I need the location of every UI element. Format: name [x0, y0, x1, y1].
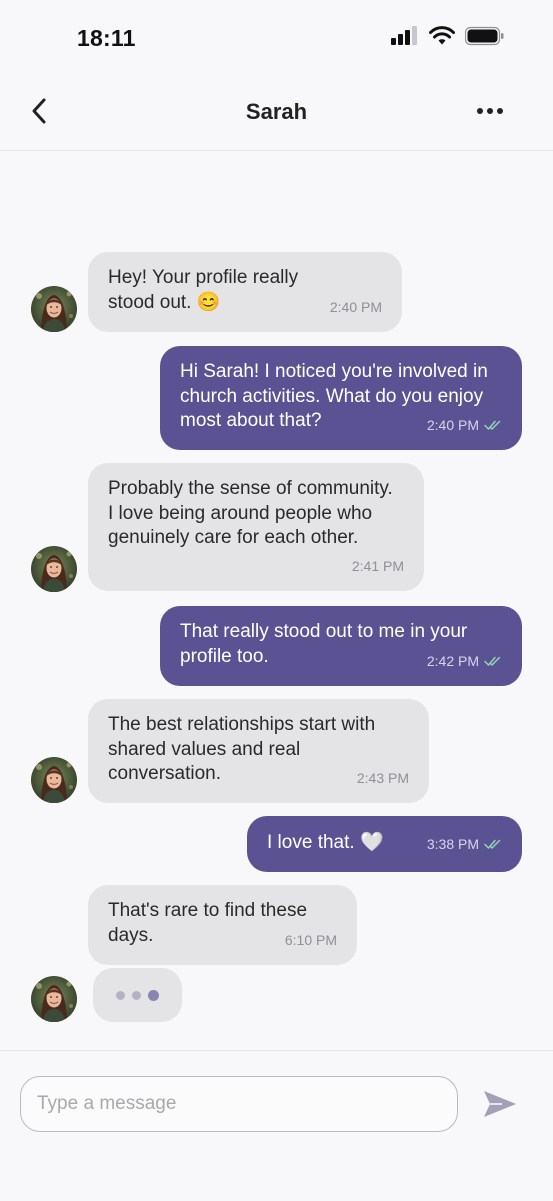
- read-receipt-icon: [484, 838, 502, 850]
- signal-icon: [391, 26, 417, 45]
- message-composer: [0, 1050, 553, 1201]
- avatar-image: [31, 976, 77, 1022]
- message-time: 2:41 PM: [351, 557, 404, 574]
- avatar-image: [31, 757, 77, 803]
- more-horizontal-icon: [477, 108, 503, 114]
- nav-bar: Sarah: [0, 72, 553, 151]
- avatar-image: [31, 546, 77, 592]
- message-meta: 3:38 PM: [427, 832, 502, 857]
- typing-dot: [132, 990, 141, 1000]
- message-meta: 2:42 PM: [427, 649, 502, 674]
- message-time: 2:40 PM: [426, 416, 479, 433]
- message-meta: 2:43 PM: [357, 766, 409, 791]
- avatar[interactable]: [31, 976, 77, 1022]
- message-bubble-outgoing: Hi Sarah! I noticed you're involved in c…: [160, 346, 522, 450]
- message-meta: 6:10 PM: [285, 928, 337, 953]
- message-meta: 2:40 PM: [427, 413, 502, 438]
- status-icons: [391, 26, 505, 46]
- message-bubble-incoming: Probably the sense of community. I love …: [88, 463, 424, 591]
- read-receipt-icon: [484, 419, 502, 431]
- message-time: 3:38 PM: [426, 835, 479, 852]
- message-input[interactable]: [20, 1076, 458, 1132]
- avatar[interactable]: [31, 546, 77, 592]
- message-time: 2:42 PM: [426, 652, 479, 669]
- avatar[interactable]: [31, 757, 77, 803]
- avatar[interactable]: [31, 286, 77, 332]
- typing-dot: [116, 990, 125, 1000]
- more-options-button[interactable]: [467, 94, 513, 128]
- message-meta: 2:41 PM: [352, 554, 404, 579]
- avatar-image: [31, 286, 77, 332]
- message-bubble-incoming: That's rare to find these days. 6:10 PM: [88, 885, 357, 965]
- message-time: 2:43 PM: [356, 769, 409, 786]
- typing-dot: [148, 989, 159, 1001]
- message-time: 2:40 PM: [329, 298, 382, 315]
- status-time: 18:11: [77, 25, 136, 51]
- message-time: 6:10 PM: [284, 931, 337, 948]
- message-bubble-incoming: The best relationships start with shared…: [88, 699, 429, 803]
- status-bar: 18:11: [0, 0, 553, 70]
- send-button[interactable]: [480, 1086, 520, 1122]
- read-receipt-icon: [484, 655, 502, 667]
- message-text: Probably the sense of community. I love …: [108, 478, 393, 548]
- message-bubble-outgoing: That really stood out to me in your prof…: [160, 606, 522, 686]
- typing-indicator: [93, 968, 182, 1022]
- message-bubble-outgoing: I love that. 🤍 3:38 PM: [247, 816, 522, 872]
- message-meta: 2:40 PM: [330, 295, 382, 320]
- send-icon: [484, 1091, 516, 1117]
- message-bubble-incoming: Hey! Your profile really stood out. 😊 2:…: [88, 252, 402, 332]
- battery-icon: [465, 26, 504, 46]
- wifi-icon: [429, 26, 455, 45]
